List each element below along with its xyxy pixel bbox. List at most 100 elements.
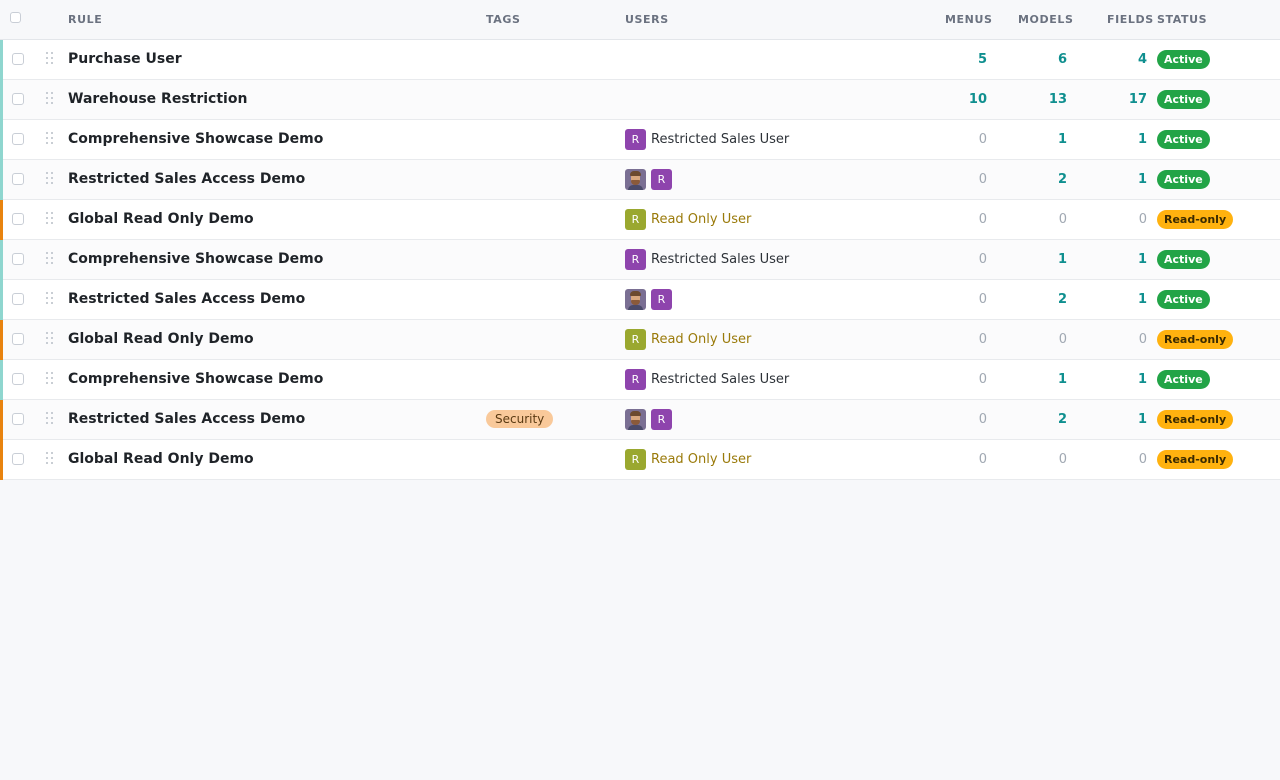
fields-count: 1 — [1137, 172, 1147, 187]
drag-handle-icon[interactable] — [46, 172, 54, 186]
models-count: 13 — [1048, 92, 1067, 107]
user-avatar[interactable]: R — [651, 169, 672, 190]
rule-name[interactable]: Global Read Only Demo — [68, 331, 254, 347]
user-avatar[interactable]: R — [625, 209, 646, 230]
row-checkbox[interactable] — [12, 373, 24, 385]
models-count: 0 — [1058, 452, 1067, 467]
row-checkbox[interactable] — [12, 453, 24, 465]
drag-handle-icon[interactable] — [46, 132, 54, 146]
users-cell: R Restricted Sales User — [625, 369, 789, 390]
users-cell: R Restricted Sales User — [625, 129, 789, 150]
column-header-menus[interactable]: MENUS — [945, 13, 993, 26]
table-row[interactable]: Warehouse Restriction 10 13 17 Active — [0, 80, 1280, 120]
table-row[interactable]: Comprehensive Showcase Demo R Restricted S… — [0, 240, 1280, 280]
menus-count: 10 — [968, 92, 987, 107]
table-row[interactable]: Purchase User 5 6 4 Active — [0, 40, 1280, 80]
user-name[interactable]: Restricted Sales User — [651, 132, 789, 147]
user-name[interactable]: Read Only User — [651, 332, 751, 347]
column-header-rule[interactable]: RULE — [68, 13, 102, 26]
fields-count: 0 — [1138, 332, 1147, 347]
user-name[interactable]: Restricted Sales User — [651, 372, 789, 387]
user-avatar[interactable]: R — [625, 129, 646, 150]
user-photo-avatar[interactable] — [625, 289, 646, 310]
user-avatar[interactable]: R — [625, 329, 646, 350]
models-count: 2 — [1057, 292, 1067, 307]
user-photo-avatar[interactable] — [625, 409, 646, 430]
row-checkbox[interactable] — [12, 293, 24, 305]
drag-handle-icon[interactable] — [46, 252, 54, 266]
user-photo-avatar[interactable] — [625, 169, 646, 190]
table-row[interactable]: Restricted Sales Access Demo R 0 2 1 Active — [0, 280, 1280, 320]
rule-name[interactable]: Restricted Sales Access Demo — [68, 171, 305, 187]
rule-name[interactable]: Restricted Sales Access Demo — [68, 291, 305, 307]
user-name[interactable]: Read Only User — [651, 212, 751, 227]
drag-handle-icon[interactable] — [46, 372, 54, 386]
column-header-models[interactable]: MODELS — [1018, 13, 1073, 26]
models-count: 2 — [1057, 172, 1067, 187]
status-badge: Read-only — [1157, 210, 1234, 229]
drag-handle-icon[interactable] — [46, 92, 54, 106]
user-avatar[interactable]: R — [651, 289, 672, 310]
rule-name[interactable]: Comprehensive Showcase Demo — [68, 251, 323, 267]
column-header-users[interactable]: USERS — [625, 13, 669, 26]
user-name[interactable]: Restricted Sales User — [651, 252, 789, 267]
row-checkbox[interactable] — [12, 173, 24, 185]
user-avatar[interactable]: R — [625, 249, 646, 270]
rule-name[interactable]: Purchase User — [68, 51, 182, 67]
rule-name[interactable]: Comprehensive Showcase Demo — [68, 131, 323, 147]
fields-count: 1 — [1137, 292, 1147, 307]
menus-count: 0 — [978, 252, 987, 267]
row-status-stripe — [0, 400, 3, 440]
row-checkbox[interactable] — [12, 53, 24, 65]
drag-handle-icon[interactable] — [46, 292, 54, 306]
drag-handle-icon[interactable] — [46, 332, 54, 346]
row-checkbox[interactable] — [12, 133, 24, 145]
users-cell: R — [625, 289, 677, 310]
drag-handle-icon[interactable] — [46, 452, 54, 466]
rule-name[interactable]: Comprehensive Showcase Demo — [68, 371, 323, 387]
menus-count: 0 — [978, 332, 987, 347]
user-avatar[interactable]: R — [651, 409, 672, 430]
column-header-fields[interactable]: FIELDS — [1107, 13, 1154, 26]
user-name[interactable]: Read Only User — [651, 452, 751, 467]
table-row[interactable]: Comprehensive Showcase Demo R Restricted S… — [0, 120, 1280, 160]
row-checkbox[interactable] — [12, 333, 24, 345]
row-status-stripe — [0, 360, 3, 400]
row-checkbox[interactable] — [12, 93, 24, 105]
fields-count: 0 — [1138, 452, 1147, 467]
drag-handle-icon[interactable] — [46, 212, 54, 226]
status-badge: Active — [1157, 130, 1210, 149]
user-avatar[interactable]: R — [625, 369, 646, 390]
menus-count: 0 — [978, 212, 987, 227]
models-count: 1 — [1057, 252, 1067, 267]
column-header-tags[interactable]: TAGS — [486, 13, 521, 26]
user-avatar[interactable]: R — [625, 449, 646, 470]
row-status-stripe — [0, 40, 3, 80]
select-all-checkbox[interactable] — [10, 12, 21, 23]
table-row[interactable]: Comprehensive Showcase Demo R Restricted S… — [0, 360, 1280, 400]
drag-handle-icon[interactable] — [46, 412, 54, 426]
menus-count: 0 — [978, 372, 987, 387]
status-badge: Active — [1157, 50, 1210, 69]
rule-name[interactable]: Restricted Sales Access Demo — [68, 411, 305, 427]
status-badge: Read-only — [1157, 450, 1234, 469]
column-header-status[interactable]: STATUS — [1157, 13, 1207, 26]
rule-name[interactable]: Warehouse Restriction — [68, 91, 247, 107]
row-checkbox[interactable] — [12, 413, 24, 425]
row-checkbox[interactable] — [12, 253, 24, 265]
drag-handle-icon[interactable] — [46, 52, 54, 66]
tag-badge: Security — [486, 410, 554, 428]
table-row[interactable]: Global Read Only Demo R Read Only User 0 0 0 R… — [0, 200, 1280, 240]
menus-count: 0 — [978, 452, 987, 467]
rule-name[interactable]: Global Read Only Demo — [68, 211, 254, 227]
users-cell: R Restricted Sales User — [625, 249, 789, 270]
row-checkbox[interactable] — [12, 213, 24, 225]
rules-table: RULE TAGS USERS MENUS MODELS FIELDS STAT… — [0, 0, 1280, 480]
fields-count: 17 — [1128, 92, 1147, 107]
table-row[interactable]: Global Read Only Demo R Read Only User 0 0 0 R… — [0, 440, 1280, 480]
table-row[interactable]: Restricted Sales Access Demo Security R 0 2 1… — [0, 400, 1280, 440]
table-row[interactable]: Global Read Only Demo R Read Only User 0 0 0 R… — [0, 320, 1280, 360]
table-row[interactable]: Restricted Sales Access Demo R 0 2 1 Active — [0, 160, 1280, 200]
status-badge: Active — [1157, 290, 1210, 309]
rule-name[interactable]: Global Read Only Demo — [68, 451, 254, 467]
